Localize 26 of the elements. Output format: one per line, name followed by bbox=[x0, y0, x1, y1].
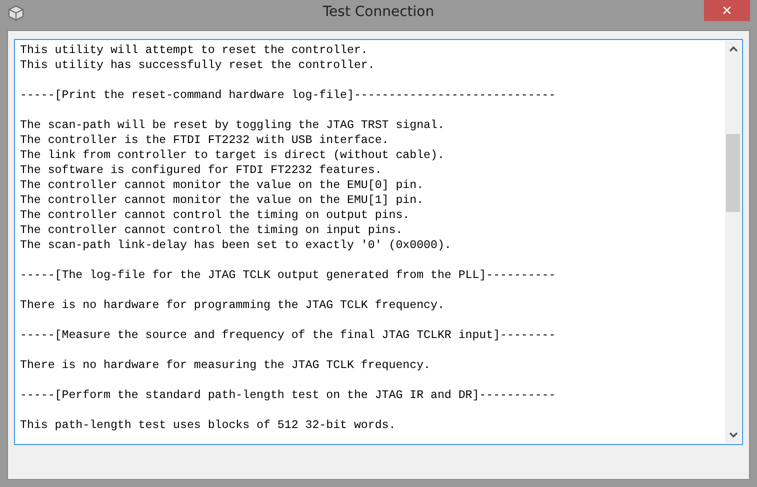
log-line: The controller cannot control the timing on output pins. bbox=[20, 208, 411, 223]
log-line: There is no hardware for measuring the JTAG TCLK frequency. bbox=[20, 358, 432, 373]
log-line: The scan-path link-delay has been set to exactly '0' (0x0000). bbox=[20, 238, 452, 253]
log-text-area[interactable] bbox=[14, 39, 743, 445]
log-line: -----[The log-file for the JTAG TCLK output generated from the PLL]---------- bbox=[20, 268, 557, 283]
log-line: The controller is the FTDI FT2232 with USB interface. bbox=[20, 133, 390, 148]
scroll-down-icon[interactable] bbox=[728, 432, 738, 438]
log-line: This utility has successfully reset the controller. bbox=[20, 58, 376, 73]
log-line: The controller cannot control the timing on input pins. bbox=[20, 223, 404, 238]
log-line: The controller cannot monitor the value on the EMU[0] pin. bbox=[20, 178, 425, 193]
app-icon bbox=[8, 5, 24, 21]
log-line: The controller cannot monitor the value on the EMU[1] pin. bbox=[20, 193, 425, 208]
log-line: The scan-path will be reset by toggling the JTAG TRST signal. bbox=[20, 118, 446, 133]
window-title: Test Connection bbox=[322, 4, 434, 20]
log-line: This utility will attempt to reset the controller. bbox=[20, 43, 369, 58]
log-line: -----[Measure the source and frequency of the final JTAG TCLKR input]-------- bbox=[20, 328, 557, 343]
log-line: There is no hardware for programming the JTAG TCLK frequency. bbox=[20, 298, 446, 313]
log-line: -----[Perform the standard path-length test on the JTAG IR and DR]----------- bbox=[20, 388, 557, 403]
scroll-up-icon[interactable] bbox=[728, 46, 738, 52]
log-line: This path-length test uses blocks of 512 32-bit words. bbox=[20, 418, 397, 433]
log-line: -----[Print the reset-command hardware log-file]----------------------------- bbox=[20, 88, 557, 103]
scrollbar-thumb[interactable] bbox=[726, 134, 740, 212]
close-button[interactable]: ✕ bbox=[704, 0, 750, 21]
log-line: The software is configured for FTDI FT2232 features. bbox=[20, 163, 383, 178]
log-line: The link from controller to target is direct (without cable). bbox=[20, 148, 446, 163]
scrollbar[interactable] bbox=[725, 41, 741, 443]
